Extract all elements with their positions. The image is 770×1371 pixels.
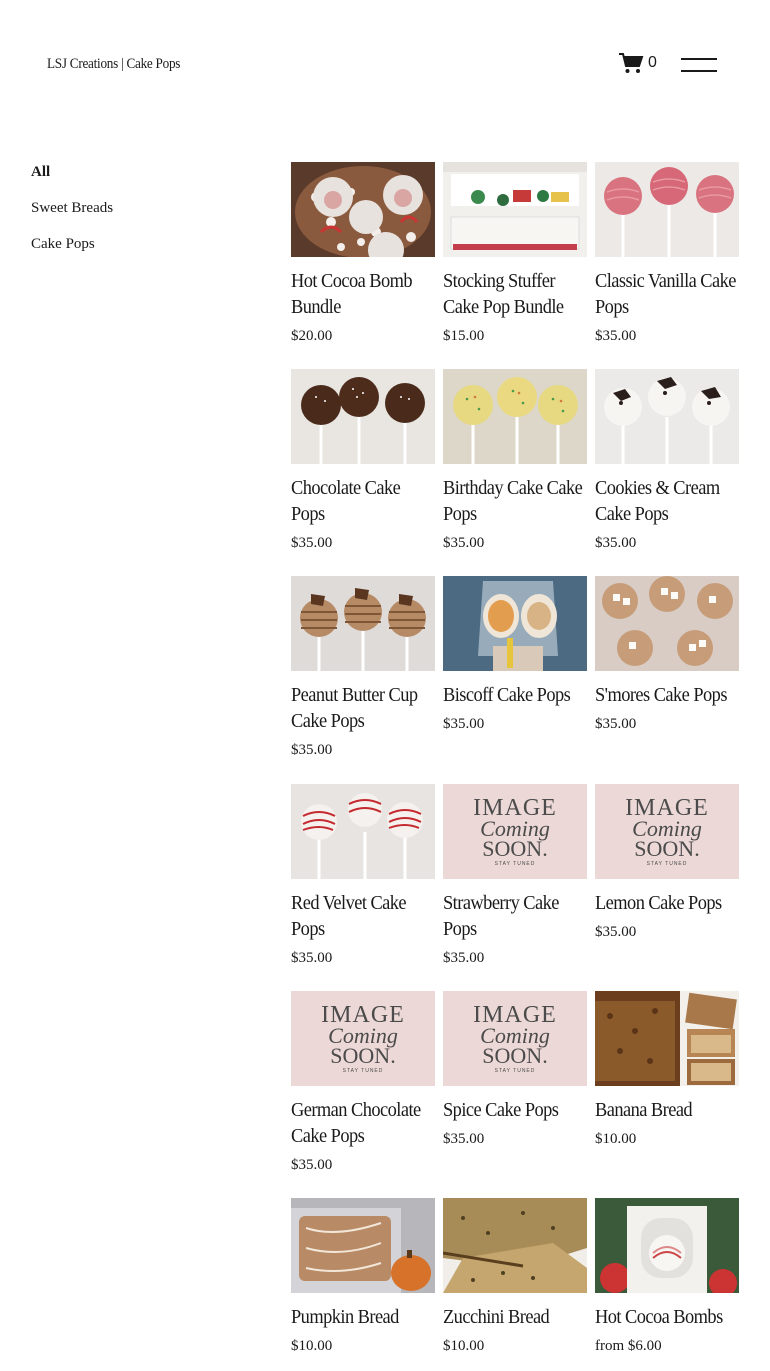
product-title[interactable]: Biscoff Cake Pops (443, 682, 587, 708)
product-card[interactable]: Pumpkin Bread $10.00 (291, 1198, 435, 1356)
product-row: Pumpkin Bread $10.00 Zucchini Bread $10.00 H… (291, 1198, 739, 1356)
product-card[interactable]: Peanut Butter Cup Cake Pops $35.00 (291, 576, 435, 760)
product-price: from $6.00 (595, 1338, 662, 1354)
product-price: $35.00 (443, 716, 485, 732)
product-image[interactable] (291, 369, 435, 464)
cart-count: 0 (648, 54, 657, 71)
product-card[interactable]: Biscoff Cake Pops $35.00 (443, 576, 587, 760)
product-price: $35.00 (291, 1157, 333, 1173)
product-price: $35.00 (443, 535, 485, 551)
product-price: $15.00 (443, 328, 485, 344)
category-all[interactable]: All (31, 162, 113, 198)
product-card[interactable]: IMAGE Coming SOON. STAY TUNED Spice Cake Pop… (443, 991, 587, 1175)
image-coming-soon[interactable]: IMAGE Coming SOON. STAY TUNED (291, 991, 435, 1086)
product-image[interactable] (291, 784, 435, 879)
product-card[interactable]: IMAGE Coming SOON. STAY TUNED German Chocola… (291, 991, 435, 1175)
product-card[interactable]: S'mores Cake Pops $35.00 (595, 576, 739, 760)
product-image[interactable] (291, 1198, 435, 1293)
product-card[interactable]: Cookies & Cream Cake Pops $35.00 (595, 369, 739, 553)
placeholder-line3: SOON. (330, 1042, 396, 1068)
cart-icon (618, 52, 644, 74)
product-card[interactable]: Zucchini Bread $10.00 (443, 1198, 587, 1356)
placeholder-line4: STAY TUNED (494, 1067, 536, 1074)
product-price: $10.00 (443, 1338, 485, 1354)
placeholder-line4: STAY TUNED (494, 860, 536, 867)
product-image[interactable] (595, 991, 739, 1086)
product-title[interactable]: Peanut Butter Cup Cake Pops (291, 682, 435, 734)
product-row: IMAGE Coming SOON. STAY TUNED German Chocola… (291, 991, 739, 1175)
placeholder-line4: STAY TUNED (646, 860, 688, 867)
product-title[interactable]: Spice Cake Pops (443, 1097, 587, 1123)
product-image[interactable] (291, 576, 435, 671)
product-title[interactable]: Stocking Stuffer Cake Pop Bundle (443, 268, 587, 320)
product-image[interactable] (595, 576, 739, 671)
product-card[interactable]: Banana Bread $10.00 (595, 991, 739, 1175)
product-image[interactable] (443, 369, 587, 464)
product-title[interactable]: Birthday Cake Cake Pops (443, 475, 587, 527)
product-title[interactable]: Hot Cocoa Bombs (595, 1304, 739, 1330)
product-card[interactable]: Stocking Stuffer Cake Pop Bundle $15.00 (443, 162, 587, 346)
product-title[interactable]: Strawberry Cake Pops (443, 890, 587, 942)
product-price: $10.00 (291, 1338, 333, 1354)
product-title[interactable]: Hot Cocoa Bomb Bundle (291, 268, 435, 320)
product-price: $35.00 (443, 1131, 485, 1147)
product-title[interactable]: Cookies & Cream Cake Pops (595, 475, 739, 527)
product-image[interactable] (595, 1198, 739, 1293)
product-title[interactable]: S'mores Cake Pops (595, 682, 739, 708)
image-coming-soon[interactable]: IMAGE Coming SOON. STAY TUNED (443, 991, 587, 1086)
product-card[interactable]: Classic Vanilla Cake Pops $35.00 (595, 162, 739, 346)
placeholder-line3: SOON. (482, 1042, 548, 1068)
site-title[interactable]: LSJ Creations | Cake Pops (47, 56, 180, 73)
product-price: $35.00 (595, 924, 637, 940)
image-coming-soon[interactable]: IMAGE Coming SOON. STAY TUNED (595, 784, 739, 879)
placeholder-line3: SOON. (634, 835, 700, 861)
product-title[interactable]: German Chocolate Cake Pops (291, 1097, 435, 1149)
product-row: Red Velvet Cake Pops $35.00 IMAGE Coming SOO… (291, 784, 739, 968)
product-price: $35.00 (595, 716, 637, 732)
product-row: Peanut Butter Cup Cake Pops $35.00 Biscoff… (291, 576, 739, 760)
product-title[interactable]: Chocolate Cake Pops (291, 475, 435, 527)
product-image[interactable] (443, 1198, 587, 1293)
product-price: $35.00 (291, 950, 333, 966)
product-title[interactable]: Pumpkin Bread (291, 1304, 435, 1330)
product-price: $35.00 (291, 742, 333, 758)
image-coming-soon[interactable]: IMAGE Coming SOON. STAY TUNED (443, 784, 587, 879)
placeholder-line3: SOON. (482, 835, 548, 861)
product-card[interactable]: Hot Cocoa Bombs from $6.00 (595, 1198, 739, 1356)
product-price: $35.00 (443, 950, 485, 966)
product-row: Hot Cocoa Bomb Bundle $20.00 Stocking Stuf… (291, 162, 739, 346)
category-sweet-breads[interactable]: Sweet Breads (31, 198, 113, 234)
placeholder-line4: STAY TUNED (342, 1067, 384, 1074)
product-price: $35.00 (291, 535, 333, 551)
product-title[interactable]: Red Velvet Cake Pops (291, 890, 435, 942)
product-title[interactable]: Banana Bread (595, 1097, 739, 1123)
cart-button[interactable]: 0 (618, 52, 657, 74)
product-row: Chocolate Cake Pops $35.00 Birthday Cake C… (291, 369, 739, 553)
product-image[interactable] (443, 576, 587, 671)
product-price: $20.00 (291, 328, 333, 344)
category-nav: All Sweet Breads Cake Pops (31, 162, 113, 270)
product-title[interactable]: Zucchini Bread (443, 1304, 587, 1330)
product-image[interactable] (595, 369, 739, 464)
product-price: $35.00 (595, 535, 637, 551)
product-card[interactable]: Chocolate Cake Pops $35.00 (291, 369, 435, 553)
category-cake-pops[interactable]: Cake Pops (31, 234, 113, 270)
product-title[interactable]: Lemon Cake Pops (595, 890, 739, 916)
hamburger-menu-icon[interactable] (681, 58, 717, 72)
product-image[interactable] (443, 162, 587, 257)
product-card[interactable]: IMAGE Coming SOON. STAY TUNED Lemon Cake Pop… (595, 784, 739, 968)
product-card[interactable]: IMAGE Coming SOON. STAY TUNED Strawberry Cak… (443, 784, 587, 968)
product-card[interactable]: Birthday Cake Cake Pops $35.00 (443, 369, 587, 553)
product-card[interactable]: Red Velvet Cake Pops $35.00 (291, 784, 435, 968)
product-price: $10.00 (595, 1131, 637, 1147)
product-title[interactable]: Classic Vanilla Cake Pops (595, 268, 739, 320)
product-card[interactable]: Hot Cocoa Bomb Bundle $20.00 (291, 162, 435, 346)
product-price: $35.00 (595, 328, 637, 344)
product-image[interactable] (291, 162, 435, 257)
product-image[interactable] (595, 162, 739, 257)
